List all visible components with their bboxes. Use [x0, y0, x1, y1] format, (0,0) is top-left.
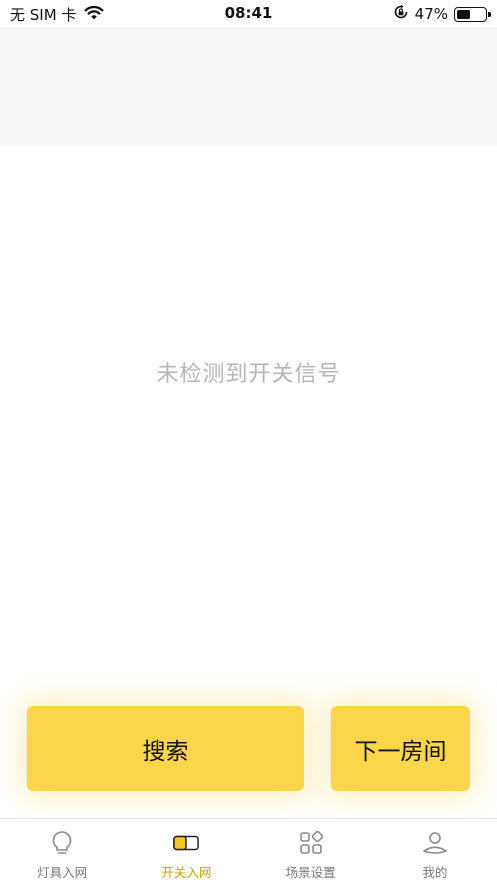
- header-band: [0, 27, 497, 146]
- tab-switch[interactable]: 开关入网: [124, 819, 248, 883]
- profile-icon: [422, 830, 448, 856]
- switch-icon: [173, 830, 200, 856]
- battery-fill: [457, 9, 470, 19]
- rotation-lock-icon: [393, 4, 409, 24]
- tab-label: 我的: [422, 865, 448, 880]
- next-room-button[interactable]: 下一房间: [331, 706, 470, 791]
- battery-icon: [454, 6, 491, 22]
- search-button[interactable]: 搜索: [27, 706, 304, 791]
- status-right: 47%: [393, 4, 491, 24]
- tab-label: 灯具入网: [37, 865, 88, 880]
- tab-label: 场景设置: [285, 865, 336, 880]
- empty-state-message: 未检测到开关信号: [156, 362, 341, 387]
- battery-tip: [488, 11, 491, 17]
- tab-lighting[interactable]: 灯具入网: [0, 819, 124, 883]
- tab-scene[interactable]: 场景设置: [249, 819, 373, 883]
- scene-grid-icon: [298, 830, 324, 856]
- battery-percent: 47%: [414, 5, 448, 23]
- tab-profile[interactable]: 我的: [373, 819, 497, 883]
- tab-label: 开关入网: [161, 865, 212, 880]
- tab-bar: 灯具入网 开关入网 场景设置 我的: [0, 818, 497, 883]
- status-bar: 无 SIM 卡 08:41 47%: [0, 0, 497, 27]
- bulb-icon: [49, 830, 75, 856]
